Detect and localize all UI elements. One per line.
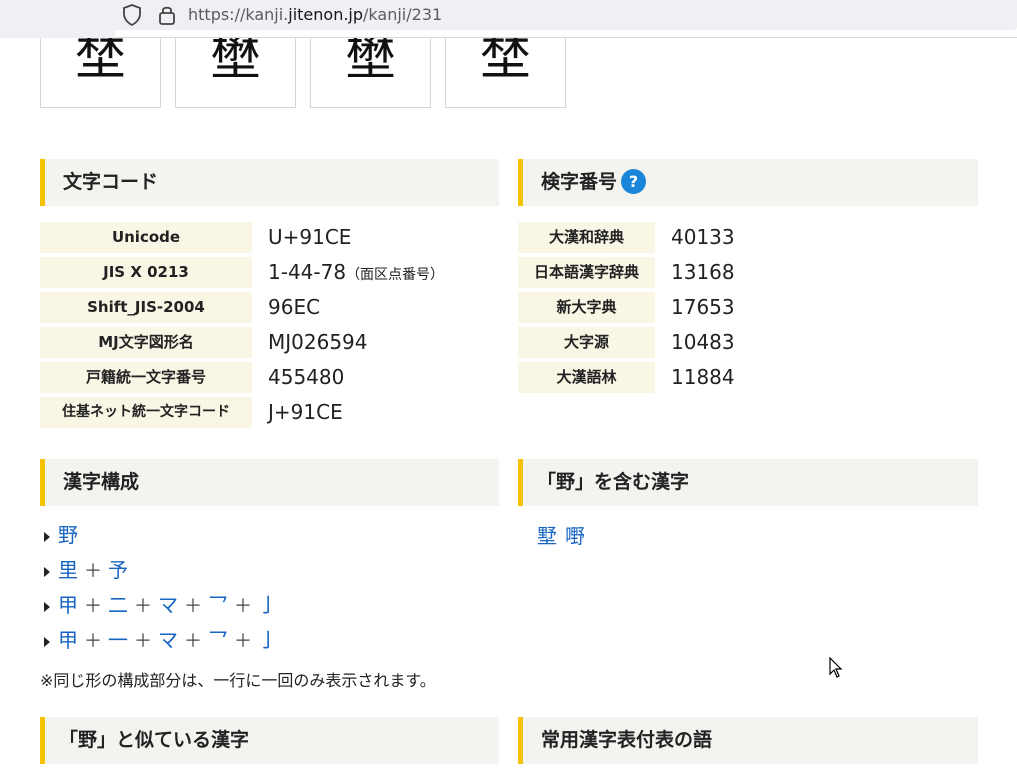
plus-sign: ＋	[84, 631, 102, 652]
plus-sign: ＋	[184, 631, 202, 652]
containing-kanji-list: 墅嘢	[537, 520, 593, 549]
component-link[interactable]: 甲	[58, 628, 78, 652]
moji-code-row: 住基ネット統一文字コード J+91CE	[40, 397, 500, 428]
component-link[interactable]: 亅	[258, 593, 278, 617]
variant-tile[interactable]: 埜	[445, 28, 566, 108]
moji-code-row: MJ文字図形名 MJ026594	[40, 327, 500, 358]
composition-line: 野	[40, 520, 78, 550]
kenji-row: 新大字典 17653	[518, 292, 978, 323]
moji-code-heading: 文字コード	[40, 159, 499, 206]
component-link[interactable]: マ	[158, 628, 178, 652]
dictionary-label: 新大字典	[518, 292, 655, 323]
plus-sign: ＋	[234, 631, 252, 652]
component-link[interactable]: 一	[108, 628, 128, 652]
lock-icon[interactable]	[156, 3, 178, 27]
component-link[interactable]: マ	[158, 593, 178, 617]
component-link[interactable]: 乛	[208, 628, 228, 652]
kenji-row: 日本語漢字辞典 13168	[518, 257, 978, 288]
composition-line: 甲 ＋ 一 ＋ マ ＋ 乛 ＋ 亅	[40, 625, 278, 655]
code-label: JIS X 0213	[40, 257, 252, 288]
containing-kanji-heading: 「野」を含む漢字	[518, 459, 978, 506]
dictionary-label: 大漢和辞典	[518, 222, 655, 253]
moji-code-row: Unicode U+91CE	[40, 222, 500, 253]
moji-code-row: 戸籍統一文字番号 455480	[40, 362, 500, 393]
dictionary-number: 10483	[671, 330, 735, 354]
component-link[interactable]: 里	[58, 558, 78, 582]
dictionary-number: 40133	[671, 225, 735, 249]
code-value: J+91CE	[268, 400, 343, 424]
moji-code-row: JIS X 0213 1-44-78（面区点番号）	[40, 257, 500, 288]
dictionary-number: 11884	[671, 365, 735, 389]
expand-triangle-icon[interactable]	[44, 566, 50, 577]
browser-address-bar[interactable]: https://kanji.jitenon.jp/kanji/231	[0, 0, 1017, 38]
kenji-row: 大漢和辞典 40133	[518, 222, 978, 253]
variant-tile[interactable]: 壄	[310, 28, 431, 108]
kanji-link[interactable]: 墅	[537, 524, 557, 548]
plus-sign: ＋	[134, 596, 152, 617]
expand-triangle-icon[interactable]	[44, 601, 50, 612]
code-label: 戸籍統一文字番号	[40, 362, 252, 393]
variant-tile[interactable]: 壄	[175, 28, 296, 108]
code-value: 96EC	[268, 295, 321, 319]
dictionary-label: 大漢語林	[518, 362, 655, 393]
kenji-row: 大字源 10483	[518, 327, 978, 358]
dictionary-label: 大字源	[518, 327, 655, 358]
expand-triangle-icon[interactable]	[44, 636, 50, 647]
code-value: MJ026594	[268, 330, 368, 354]
code-value: U+91CE	[268, 225, 352, 249]
kanji-kousei-heading: 漢字構成	[40, 459, 499, 506]
url-text[interactable]: https://kanji.jitenon.jp/kanji/231	[188, 5, 442, 24]
plus-sign: ＋	[234, 596, 252, 617]
shield-icon[interactable]	[121, 3, 143, 27]
variant-tile[interactable]: 埜	[40, 28, 161, 108]
component-link[interactable]: 甲	[58, 593, 78, 617]
composition-line: 甲 ＋ 二 ＋ マ ＋ 乛 ＋ 亅	[40, 590, 278, 620]
code-value: 455480	[268, 365, 345, 389]
component-link[interactable]: 野	[58, 523, 78, 547]
kenji-bango-heading: 検字番号?	[518, 159, 978, 206]
dictionary-label: 日本語漢字辞典	[518, 257, 655, 288]
joyo-appendix-heading: 常用漢字表付表の語	[518, 717, 978, 764]
tab-strip-area	[0, 0, 115, 38]
code-value: 1-44-78（面区点番号）	[268, 260, 445, 284]
component-link[interactable]: 亅	[258, 628, 278, 652]
code-label: Unicode	[40, 222, 252, 253]
plus-sign: ＋	[184, 596, 202, 617]
component-link[interactable]: 予	[108, 558, 128, 582]
code-label: MJ文字図形名	[40, 327, 252, 358]
component-link[interactable]: 二	[108, 593, 128, 617]
component-link[interactable]: 乛	[208, 593, 228, 617]
code-note: （面区点番号）	[346, 267, 445, 283]
dictionary-number: 13168	[671, 260, 735, 284]
plus-sign: ＋	[134, 631, 152, 652]
code-label: Shift_JIS-2004	[40, 292, 252, 323]
help-icon[interactable]: ?	[621, 168, 647, 194]
composition-note: ※同じ形の構成部分は、一行に一回のみ表示されます。	[40, 671, 436, 690]
expand-triangle-icon[interactable]	[44, 531, 50, 542]
composition-line: 里 ＋ 予	[40, 555, 128, 585]
dictionary-number: 17653	[671, 295, 735, 319]
similar-kanji-heading: 「野」と似ている漢字	[40, 717, 499, 764]
code-label: 住基ネット統一文字コード	[40, 397, 252, 428]
moji-code-row: Shift_JIS-2004 96EC	[40, 292, 500, 323]
kenji-row: 大漢語林 11884	[518, 362, 978, 393]
plus-sign: ＋	[84, 596, 102, 617]
plus-sign: ＋	[84, 561, 102, 582]
kanji-link[interactable]: 嘢	[565, 524, 585, 548]
mouse-cursor-icon	[829, 657, 843, 678]
